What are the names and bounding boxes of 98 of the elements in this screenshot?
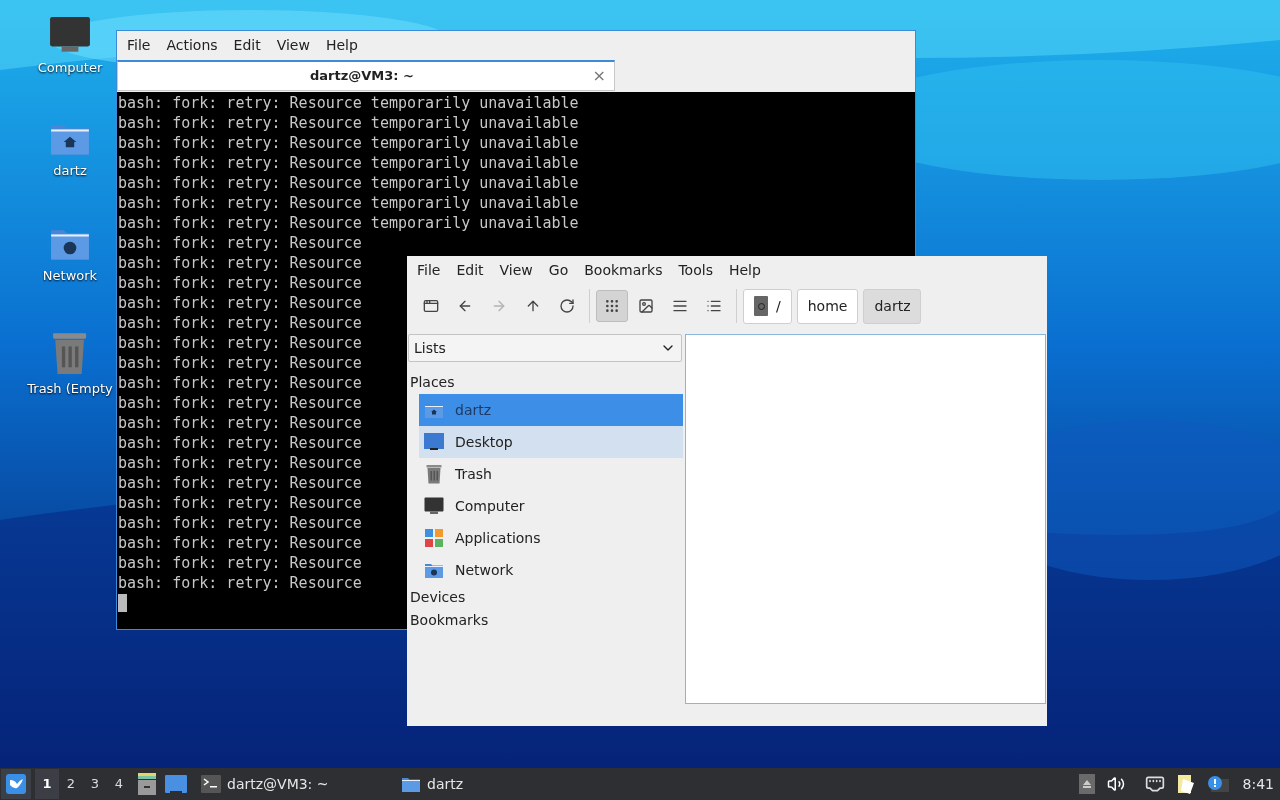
terminal-line: bash: fork: retry: Resource <box>118 413 362 433</box>
back-icon <box>457 298 473 314</box>
start-menu-button[interactable] <box>1 769 31 799</box>
menu-item[interactable]: File <box>119 35 159 56</box>
notification-icon[interactable] <box>1206 775 1229 793</box>
terminal-line: bash: fork: retry: Resource <box>118 273 362 293</box>
image-icon <box>638 298 654 314</box>
desktop-icon <box>424 433 444 451</box>
path-button[interactable]: home <box>796 288 859 324</box>
terminal-tab[interactable]: dartz@VM3: ~ × <box>117 60 615 91</box>
ethernet-icon[interactable] <box>1144 774 1165 794</box>
terminal-line: bash: fork: retry: Resource temporarily unavailable <box>118 113 579 133</box>
list-icon <box>706 298 722 314</box>
terminal-line: bash: fork: retry: Resource <box>118 553 362 573</box>
eject-icon[interactable] <box>1078 774 1095 794</box>
sidebar-label: Computer <box>455 496 525 516</box>
trash-icon <box>426 464 442 484</box>
terminal-line: bash: fork: retry: Resource temporarily unavailable <box>118 93 579 113</box>
sidebar-item[interactable]: Desktop <box>419 426 683 458</box>
path-button[interactable]: / <box>743 288 792 324</box>
menu-item[interactable]: File <box>409 259 449 281</box>
terminal-line: bash: fork: retry: Resource <box>118 493 362 513</box>
task-button[interactable]: dartz <box>397 769 597 799</box>
terminal-line: bash: fork: retry: Resource temporarily unavailable <box>118 133 579 153</box>
network-folder-icon <box>424 561 444 579</box>
section-heading: Devices <box>409 588 467 607</box>
sidebar-label: Applications <box>455 528 541 548</box>
menu-item[interactable]: Bookmarks <box>576 259 671 281</box>
terminal-line: bash: fork: retry: Resource <box>118 393 362 413</box>
drive-icon <box>754 296 768 316</box>
menu-item[interactable]: Go <box>540 259 577 281</box>
desktop-icon[interactable] <box>165 775 187 793</box>
menu-item[interactable]: Edit <box>225 35 269 56</box>
menu-item[interactable]: Actions <box>158 35 226 56</box>
sidebar-label: Trash <box>455 464 492 484</box>
terminal-cursor <box>118 594 127 612</box>
terminal-line: bash: fork: retry: Resource <box>118 233 362 253</box>
volume-icon[interactable] <box>1106 775 1125 793</box>
workspace-button[interactable]: 3 <box>83 769 107 799</box>
tab-title: dartz@VM3: ~ <box>310 67 414 86</box>
terminal-line: bash: fork: retry: Resource <box>118 253 362 273</box>
menu-item[interactable]: Tools <box>670 259 721 281</box>
terminal-line: bash: fork: retry: Resource <box>118 573 362 593</box>
applications-icon <box>425 529 443 547</box>
clock[interactable]: 8:41 <box>1242 773 1274 795</box>
terminal-line: bash: fork: retry: Resource <box>118 373 362 393</box>
file-cabinet-icon[interactable] <box>137 773 157 795</box>
terminal-line: bash: fork: retry: Resource <box>118 293 362 313</box>
sidebar-label: Desktop <box>455 432 513 452</box>
menu-item[interactable]: Help <box>720 259 769 281</box>
icon-view-button[interactable] <box>596 290 628 322</box>
monitor-icon <box>49 16 91 54</box>
side-pane-select[interactable]: Lists <box>408 334 682 362</box>
terminal-line: bash: fork: retry: Resource <box>118 433 362 453</box>
close-icon[interactable]: × <box>592 68 606 84</box>
section-heading: Bookmarks <box>409 611 490 630</box>
terminal-line: bash: fork: retry: Resource temporarily unavailable <box>118 193 579 213</box>
trash-icon <box>52 331 88 375</box>
section-heading: Places <box>409 373 456 392</box>
monitor-icon <box>424 497 444 515</box>
desktop-icon-label[interactable]: Network <box>42 265 98 286</box>
menu-item[interactable]: View <box>268 35 318 56</box>
terminal-line: bash: fork: retry: Resource <box>118 453 362 473</box>
sidebar-label: Network <box>455 560 514 580</box>
sidebar-label: dartz <box>455 400 492 420</box>
desktop-icon-label[interactable]: Trash (Empty <box>27 379 113 399</box>
home-folder-icon <box>424 401 444 419</box>
terminal-line: bash: fork: retry: Resource <box>118 333 362 353</box>
sidebar-item[interactable]: Network <box>419 554 683 586</box>
task-button[interactable]: dartz@VM3: ~ <box>197 769 397 799</box>
terminal-line: bash: fork: retry: Resource <box>118 313 362 333</box>
path-button[interactable]: dartz <box>863 288 922 324</box>
menu-item[interactable]: Edit <box>448 259 492 281</box>
sidebar-item[interactable]: Computer <box>419 490 683 522</box>
workspace-button[interactable]: 4 <box>107 769 131 799</box>
workspace-button[interactable]: 1 <box>35 769 59 799</box>
menu-item[interactable]: Help <box>317 35 366 56</box>
forward-icon <box>491 298 507 314</box>
terminal-line: bash: fork: retry: Resource <box>118 533 362 553</box>
sidebar-item[interactable]: Trash <box>419 458 683 490</box>
grid-icon <box>604 298 620 314</box>
reload-icon <box>559 298 575 314</box>
terminal-icon <box>201 775 221 793</box>
terminal-line: bash: fork: retry: Resource temporarily unavailable <box>118 213 579 233</box>
bird-logo-icon <box>6 774 26 794</box>
terminal-line: bash: fork: retry: Resource temporarily unavailable <box>118 153 579 173</box>
sidebar-item[interactable]: Applications <box>419 522 683 554</box>
terminal-line: bash: fork: retry: Resource <box>118 513 362 533</box>
menu-item[interactable]: View <box>491 259 541 281</box>
terminal-line: bash: fork: retry: Resource <box>118 353 362 373</box>
terminal-line: bash: fork: retry: Resource temporarily unavailable <box>118 173 579 193</box>
lines-icon <box>672 298 688 314</box>
workspace-button[interactable]: 2 <box>59 769 83 799</box>
new-tab-icon <box>423 298 439 314</box>
up-icon <box>525 298 541 314</box>
terminal-line: bash: fork: retry: Resource <box>118 473 362 493</box>
folder-icon <box>401 775 421 793</box>
notes-icon[interactable] <box>1176 773 1195 795</box>
